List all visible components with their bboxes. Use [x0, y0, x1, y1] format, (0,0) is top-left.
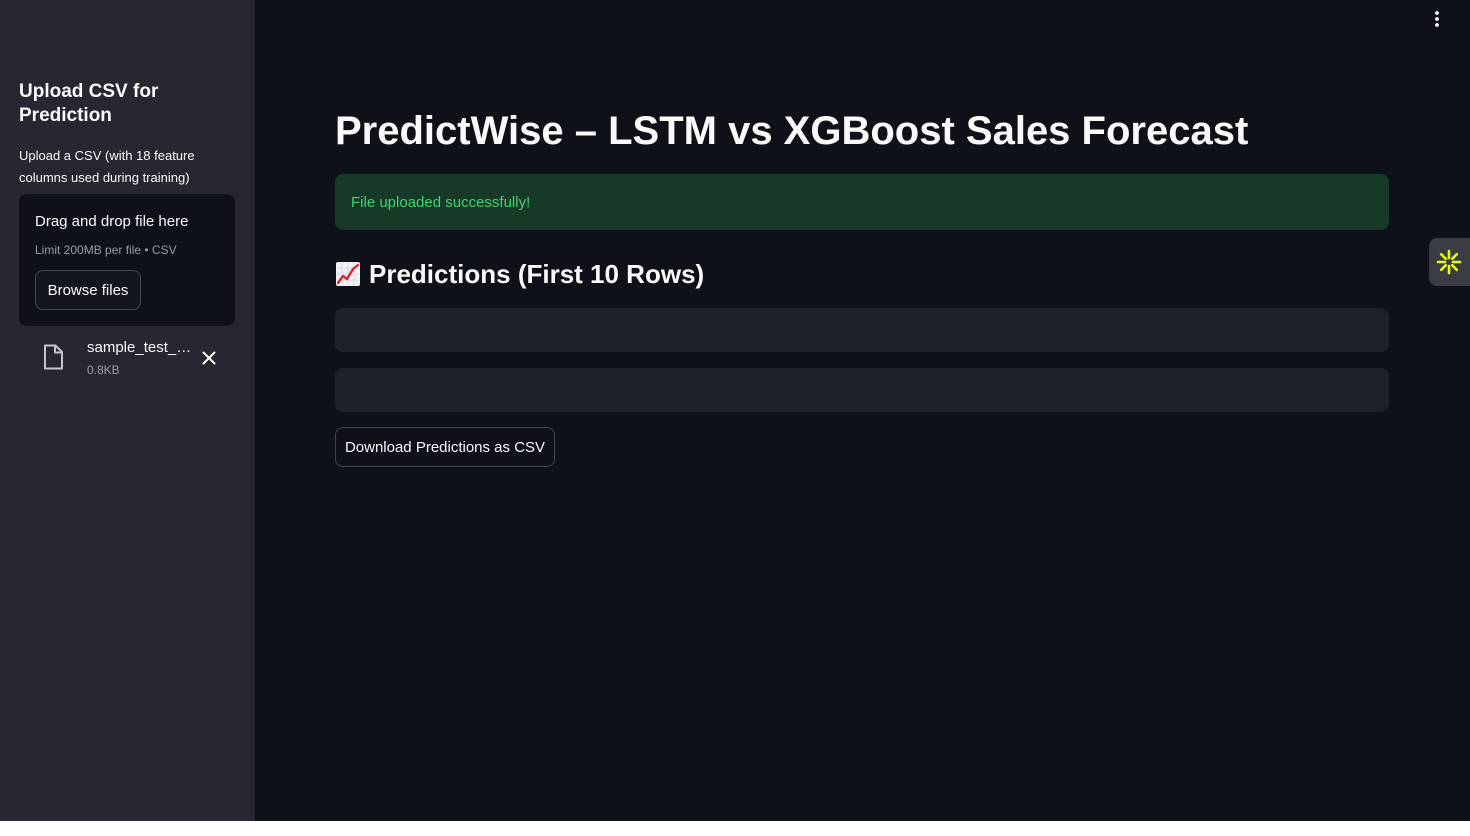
file-dropzone[interactable]: Drag and drop file here Limit 200MB per … [19, 194, 235, 326]
success-alert: File uploaded successfully! [335, 174, 1389, 230]
browse-files-button[interactable]: Browse files [35, 270, 141, 310]
uploaded-file-item: sample_test_… 0.8KB [19, 334, 235, 384]
dropzone-title: Drag and drop file here [35, 213, 189, 230]
dropzone-limit: Limit 200MB per file • CSV [35, 243, 177, 257]
chart-increasing-icon [336, 262, 360, 286]
loading-placeholder [335, 368, 1389, 412]
section-header: Predictions (First 10 Rows) [335, 256, 704, 292]
section-header-text: Predictions (First 10 Rows) [369, 259, 705, 289]
file-size: 0.8KB [87, 363, 120, 377]
download-csv-button[interactable]: Download Predictions as CSV [335, 427, 555, 467]
sparkle-icon [1436, 249, 1462, 275]
sidebar-title: Upload CSV for Prediction [19, 81, 159, 126]
page-title: PredictWise – LSTM vs XGBoost Sales Fore… [335, 109, 1249, 153]
file-name: sample_test_… [87, 339, 192, 356]
side-tab-button[interactable] [1429, 238, 1470, 286]
app-root: Upload CSV for Prediction Upload a CSV (… [0, 0, 1470, 821]
file-icon [44, 344, 63, 370]
sidebar: Upload CSV for Prediction Upload a CSV (… [0, 0, 255, 821]
sidebar-description: Upload a CSV (with 18 feature columns us… [19, 148, 195, 185]
loading-placeholder [335, 308, 1389, 352]
success-message: File uploaded successfully! [351, 193, 531, 211]
vertical-dots-icon[interactable] [1428, 8, 1446, 30]
close-icon[interactable] [199, 348, 219, 368]
